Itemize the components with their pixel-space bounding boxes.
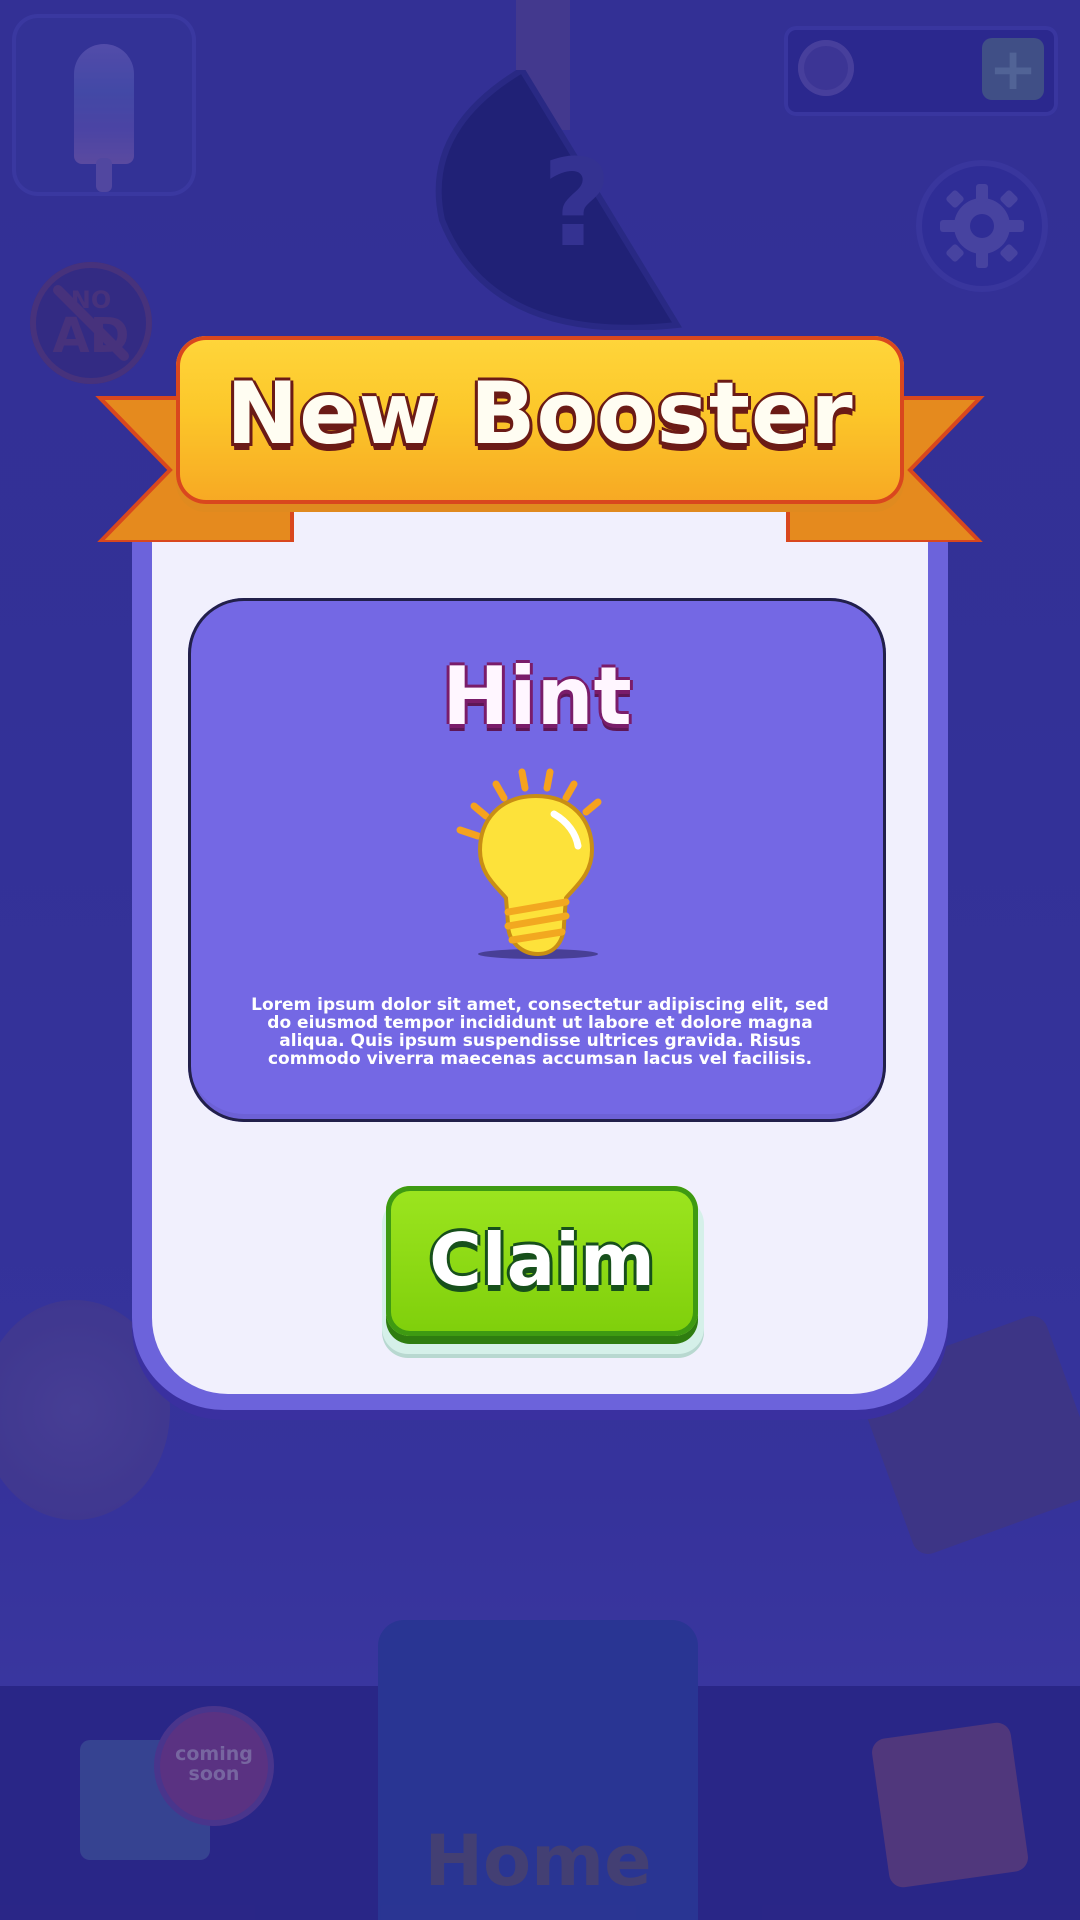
booster-name: Hint (442, 650, 632, 743)
light-bulb-icon (456, 768, 602, 959)
booster-description: Lorem ipsum dolor sit amet, consectetur … (251, 995, 829, 1069)
dialog-title: New Booster (226, 364, 854, 464)
claim-button-label[interactable]: Claim (386, 1218, 698, 1302)
